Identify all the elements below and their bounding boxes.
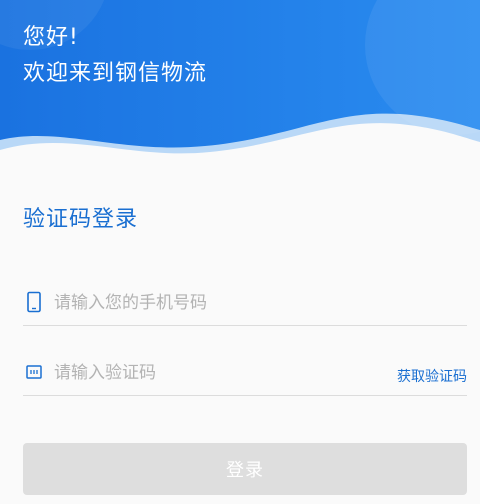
login-title: 验证码登录 [23, 207, 139, 232]
greeting-welcome: 欢迎来到钢信物流 [23, 61, 208, 86]
greeting-text: 您好! 欢迎来到钢信物流 [23, 20, 207, 92]
get-code-button[interactable]: 获取验证码 [397, 366, 467, 386]
greeting-hello: 您好! [23, 25, 79, 50]
phone-icon [25, 291, 43, 313]
code-input[interactable] [54, 357, 374, 389]
login-screen: 您好! 欢迎来到钢信物流 验证码登录 获取验证码 登录 [0, 0, 480, 504]
sms-code-icon [25, 361, 43, 383]
code-field: 获取验证码 [23, 351, 467, 396]
login-button[interactable]: 登录 [23, 443, 467, 495]
header-banner: 您好! 欢迎来到钢信物流 [0, 0, 480, 170]
phone-field [23, 281, 467, 326]
phone-input[interactable] [54, 287, 374, 319]
